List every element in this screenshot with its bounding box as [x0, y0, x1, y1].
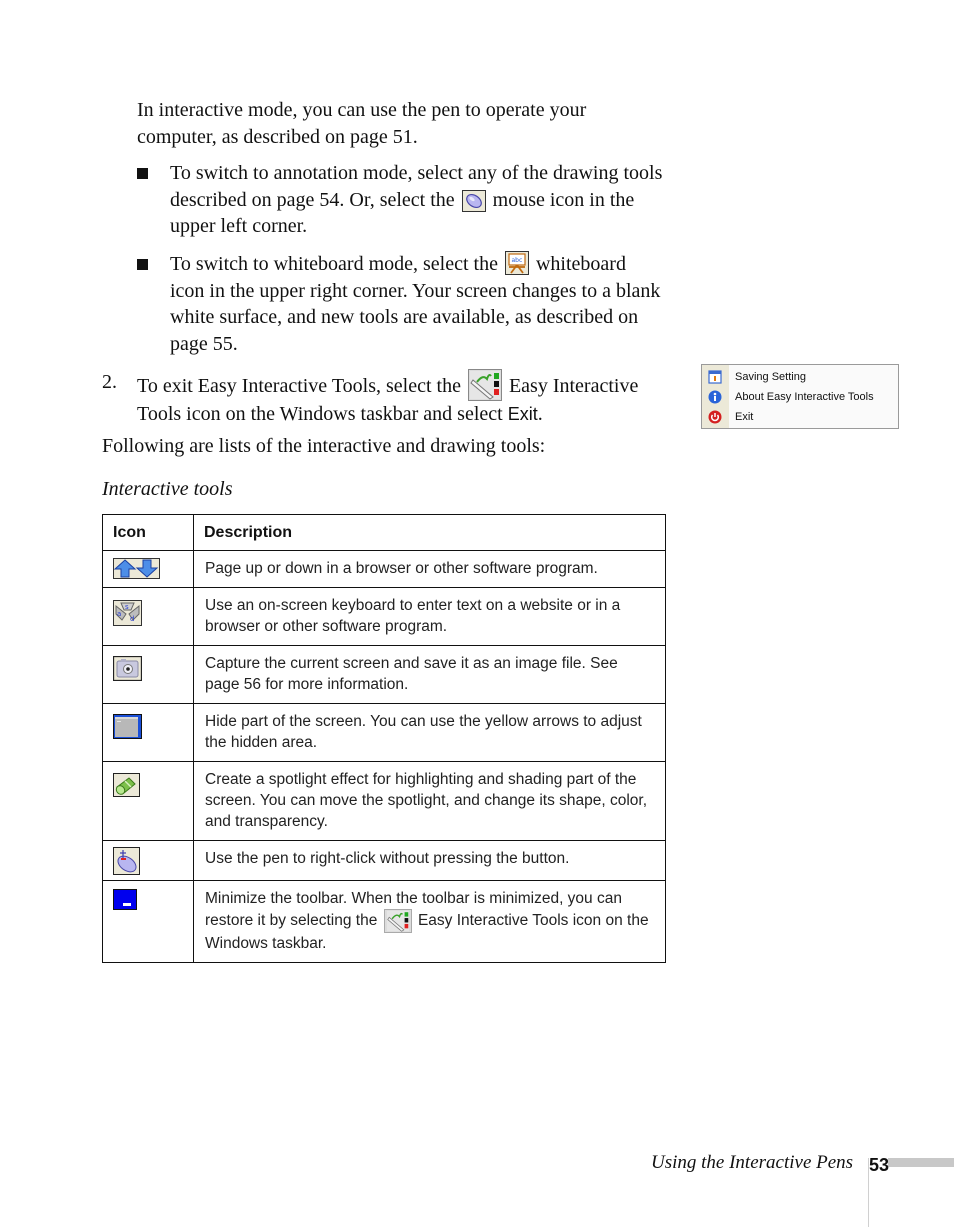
bullet-text: white surface, and new tools are availab… [170, 306, 639, 328]
svg-text:s: s [125, 603, 129, 611]
text-span: Easy Interactive [508, 375, 639, 397]
easy-interactive-tools-icon [467, 369, 502, 401]
menu-item-label: Saving Setting [735, 371, 806, 383]
step-text: Tools icon on the Windows taskbar and se… [137, 401, 657, 428]
column-header-description: Description [193, 514, 666, 551]
text-span: described on page 54. Or, select the [170, 188, 455, 211]
footer-chapter-title: Using the Interactive Pens [651, 1152, 854, 1173]
easy-interactive-tools-icon [383, 909, 412, 933]
bullet-text: described on page 54. Or, select the mou… [170, 187, 670, 214]
power-icon [708, 410, 722, 424]
text-span: mouse icon in the [492, 188, 635, 211]
icon-cell [102, 840, 194, 881]
menu-item-label: Exit [735, 411, 754, 423]
table-row: Use the pen to right-click without press… [102, 840, 666, 881]
text-span: whiteboard [535, 253, 626, 275]
camera-icon [112, 655, 183, 686]
table-row: Page up or down in a browser or other so… [102, 550, 666, 588]
intro-line-1: In interactive mode, you can use the pen… [137, 99, 587, 121]
table-row: Hide part of the screen. You can use the… [102, 703, 666, 762]
bullet-text: upper left corner. [170, 215, 308, 237]
text-span: . [537, 403, 543, 425]
bullet-text: page 55. [170, 332, 238, 355]
bullet-text: To switch to whiteboard mode, select the… [170, 251, 670, 278]
screen-shade-icon [113, 714, 183, 744]
svg-text:a: a [117, 610, 121, 618]
minimize-icon [113, 889, 183, 915]
description-cell: Page up or down in a browser or other so… [193, 550, 666, 588]
bullet-annotation-mode: To switch to annotation mode, select any… [170, 160, 670, 240]
svg-text:d: d [130, 615, 134, 623]
bullet-marker [137, 168, 148, 179]
bullet-text: icon in the upper right corner. Your scr… [170, 279, 661, 302]
description-cell: Capture the current screen and save it a… [193, 645, 666, 704]
table-row: sa d Use an on-screen keyboard to enter t… [102, 587, 666, 646]
description-cell: Hide part of the screen. You can use the… [193, 703, 666, 762]
column-header-icon: Icon [102, 514, 194, 551]
page-number: 53 [869, 1155, 890, 1175]
on-screen-keyboard-icon: sa d [113, 600, 183, 631]
menu-item-about[interactable]: About Easy Interactive Tools [702, 387, 898, 407]
description-cell: Minimize the toolbar. When the toolbar i… [193, 880, 666, 963]
saving-setting-icon [708, 370, 722, 384]
icon-cell: sa d [102, 587, 194, 646]
menu-item-label: About Easy Interactive Tools [735, 391, 874, 403]
mouse-icon [461, 189, 486, 212]
taskbar-context-menu: Saving Setting About Easy Interactive To… [701, 364, 899, 429]
menu-item-saving-setting[interactable]: Saving Setting [702, 367, 898, 387]
step-text: To exit Easy Interactive Tools, select t… [137, 369, 657, 401]
icon-cell [102, 550, 194, 588]
table-row: Capture the current screen and save it a… [102, 645, 666, 704]
table-header-row: Icon Description [102, 514, 666, 551]
bullet-whiteboard-mode: To switch to whiteboard mode, select the… [170, 251, 670, 357]
table-row: Minimize the toolbar. When the toolbar i… [102, 880, 666, 963]
bullet-marker [137, 259, 148, 270]
right-click-icon [113, 847, 183, 880]
info-icon [708, 390, 722, 404]
icon-cell [102, 703, 194, 762]
following-text: Following are lists of the interactive a… [102, 435, 546, 457]
step-2-exit: To exit Easy Interactive Tools, select t… [137, 369, 657, 428]
step-number: 2. [102, 371, 117, 393]
svg-text:abc: abc [511, 257, 522, 264]
description-cell: Use the pen to right-click without press… [193, 840, 666, 881]
text-span: To switch to whiteboard mode, select the [170, 253, 498, 275]
section-heading: Interactive tools [102, 478, 233, 500]
exit-menu-reference: Exit [507, 404, 538, 424]
text-span: Tools icon on the Windows taskbar and se… [137, 403, 503, 425]
page-up-down-icon [113, 558, 183, 584]
text-span: To exit Easy Interactive Tools, select t… [137, 375, 461, 397]
menu-item-exit[interactable]: Exit [702, 407, 898, 427]
icon-cell [102, 761, 194, 841]
footer-bar [888, 1158, 954, 1167]
intro-line-2: computer, as described on page 51. [137, 125, 418, 148]
description-cell: Use an on-screen keyboard to enter text … [193, 587, 666, 646]
icon-cell [102, 880, 194, 963]
table-row: Create a spotlight effect for highlighti… [102, 761, 666, 841]
whiteboard-icon: abc [504, 251, 529, 275]
bullet-text: To switch to annotation mode, select any… [170, 162, 663, 184]
description-cell: Create a spotlight effect for highlighti… [193, 761, 666, 841]
interactive-tools-table: Icon Description Page up or down in a br… [102, 514, 666, 963]
spotlight-icon [113, 773, 183, 802]
intro-paragraph: In interactive mode, you can use the pen… [137, 97, 586, 150]
icon-cell [102, 645, 194, 704]
